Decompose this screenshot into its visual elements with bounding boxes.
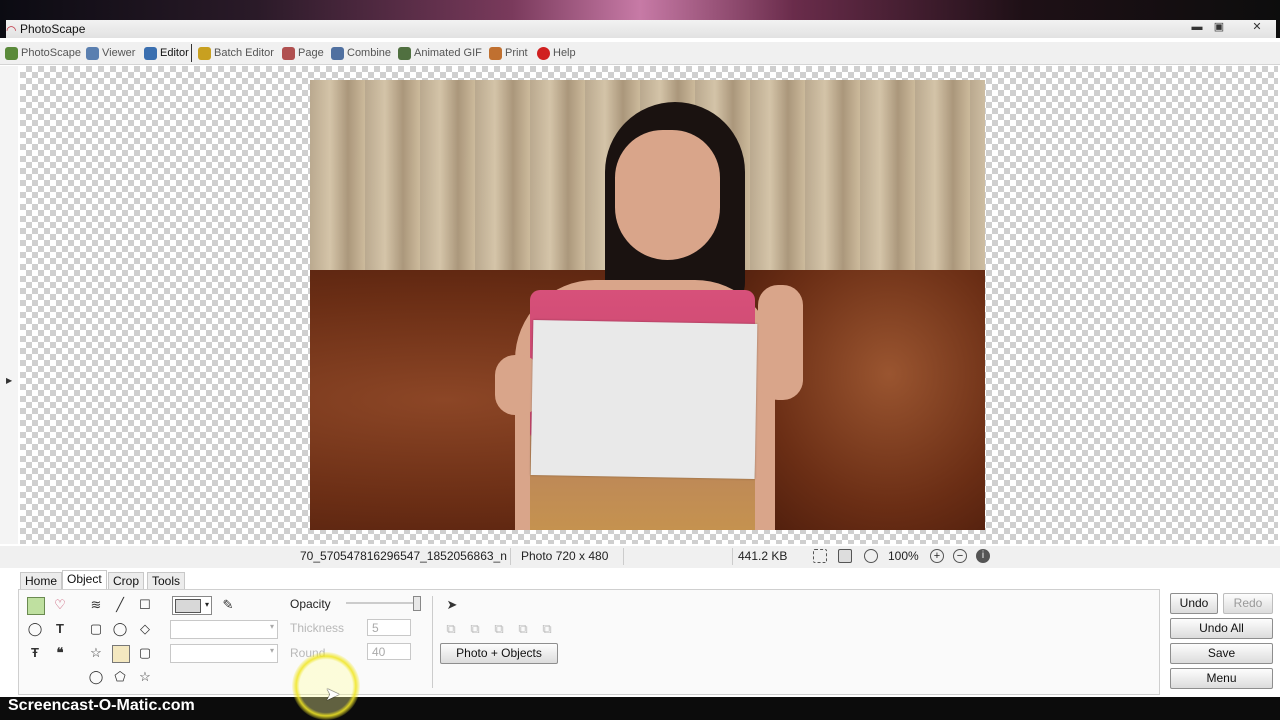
select-cursor-icon[interactable]: ➤ (444, 597, 460, 613)
color-swatch (175, 599, 201, 613)
thickness-label: Thickness (290, 621, 345, 635)
style-dropdown-1[interactable]: ▾ (170, 620, 278, 639)
tab-editor[interactable]: Editor (144, 44, 192, 62)
actual-size-icon[interactable] (838, 549, 852, 563)
rounded-square-icon[interactable]: ▢ (137, 645, 153, 661)
app-logo-icon: ◠ (6, 23, 17, 37)
rectangle-tool-icon[interactable]: ☐ (137, 597, 153, 613)
text-shadow-icon[interactable]: Ŧ (27, 645, 43, 661)
speech-balloon-icon[interactable]: ◯ (27, 621, 43, 637)
filled-circle-icon[interactable]: ◯ (88, 669, 104, 685)
opacity-slider[interactable] (346, 602, 420, 604)
combine-icon (331, 46, 344, 60)
thickness-stepper[interactable]: 5 (367, 619, 411, 636)
status-empty-field (623, 548, 733, 565)
page-icon (282, 46, 295, 60)
animated-gif-icon (398, 46, 411, 60)
star-tool-icon[interactable]: ☆ (88, 645, 104, 661)
chevron-down-icon: ▾ (204, 600, 209, 609)
round-stepper[interactable]: 40 (367, 643, 411, 660)
side-collapse-strip[interactable] (0, 66, 18, 544)
title-bar (0, 0, 1280, 38)
status-filename: 70_570547816296547_1852056863_n (300, 548, 511, 565)
photo-objects-button[interactable]: Photo + Objects (440, 643, 558, 664)
redo-button[interactable]: Redo (1223, 593, 1273, 614)
help-icon (537, 46, 550, 60)
info-icon[interactable]: i (976, 549, 990, 563)
align-icon[interactable]: ⧉ (539, 621, 555, 637)
edited-photo[interactable] (310, 80, 985, 530)
filled-rectangle-icon[interactable] (112, 645, 130, 663)
print-icon (489, 46, 502, 60)
tab-home[interactable]: Home (20, 572, 63, 590)
line-tool-icon[interactable]: ╱ (112, 597, 128, 613)
tab-tools[interactable]: Tools (147, 572, 186, 590)
tab-viewer[interactable]: Viewer (86, 44, 135, 62)
chevron-down-icon: ▾ (269, 622, 274, 631)
tab-animated-gif[interactable]: Animated GIF (398, 44, 482, 62)
send-backward-icon[interactable]: ⧉ (491, 621, 507, 637)
eyedropper-icon[interactable]: ✎ (220, 597, 236, 613)
maximize-button[interactable]: ▣ (1208, 20, 1230, 35)
style-dropdown-2[interactable]: ▾ (170, 644, 278, 663)
mouse-cursor-icon: ➤ (325, 684, 341, 704)
fit-icon[interactable] (813, 549, 827, 563)
blank-paper (530, 320, 758, 479)
tab-print[interactable]: Print (489, 44, 528, 62)
title-strip (6, 20, 1276, 38)
wave-line-icon[interactable]: ≋ (88, 597, 104, 613)
tab-help[interactable]: Help (537, 44, 576, 62)
star-outline-icon[interactable]: ☆ (137, 669, 153, 685)
undo-button[interactable]: Undo (1170, 593, 1218, 614)
photoscape-icon (5, 46, 18, 60)
opacity-label: Opacity (290, 597, 331, 611)
status-filesize: 441.2 KB (738, 549, 788, 563)
status-photo-size: Photo 720 x 480 (521, 549, 609, 563)
image-object-icon[interactable] (27, 597, 45, 615)
tab-combine[interactable]: Combine (331, 44, 391, 62)
color-picker[interactable]: ▾ (172, 596, 212, 615)
zoom-out-icon[interactable]: − (953, 549, 967, 563)
zoom-in-icon[interactable]: + (930, 549, 944, 563)
menu-button[interactable]: Menu (1170, 668, 1273, 689)
tab-object[interactable]: Object (62, 570, 107, 590)
zoom-fit-icon[interactable] (864, 549, 878, 563)
send-back-icon[interactable]: ⧉ (515, 621, 531, 637)
pentagon-tool-icon[interactable]: ⬠ (112, 669, 128, 685)
minimize-button[interactable]: ▬ (1186, 20, 1208, 35)
undo-all-button[interactable]: Undo All (1170, 618, 1273, 639)
save-button[interactable]: Save (1170, 643, 1273, 664)
tab-page[interactable]: Page (282, 44, 324, 62)
close-button[interactable]: ✕ (1240, 20, 1274, 35)
status-zoom: 100% (888, 549, 919, 563)
chevron-down-icon: ▾ (269, 646, 274, 655)
text-tool-icon[interactable]: T (52, 621, 68, 637)
tab-photoscape[interactable]: PhotoScape (5, 44, 81, 62)
watermark-text: Screencast-O-Matic.com (8, 697, 195, 714)
rounded-rectangle-icon[interactable]: ▢ (88, 621, 104, 637)
tab-crop[interactable]: Crop (108, 572, 145, 590)
bring-forward-icon[interactable]: ⧉ (467, 621, 483, 637)
batch-editor-icon (198, 46, 211, 60)
bring-front-icon[interactable]: ⧉ (443, 621, 459, 637)
window-title: PhotoScape (20, 22, 86, 36)
opacity-slider-handle[interactable] (413, 596, 421, 611)
panel-divider (432, 596, 433, 688)
menu-bar (0, 42, 1280, 65)
editor-icon (144, 46, 157, 60)
expand-arrow-icon[interactable]: ▶ (6, 376, 12, 385)
diamond-tool-icon[interactable]: ◇ (137, 621, 153, 637)
heart-balloon-icon[interactable]: ♡ (52, 597, 68, 613)
viewer-icon (86, 46, 99, 60)
quote-icon[interactable]: ❝ (52, 645, 68, 661)
tab-batch-editor[interactable]: Batch Editor (198, 44, 274, 62)
circle-tool-icon[interactable]: ◯ (112, 621, 128, 637)
